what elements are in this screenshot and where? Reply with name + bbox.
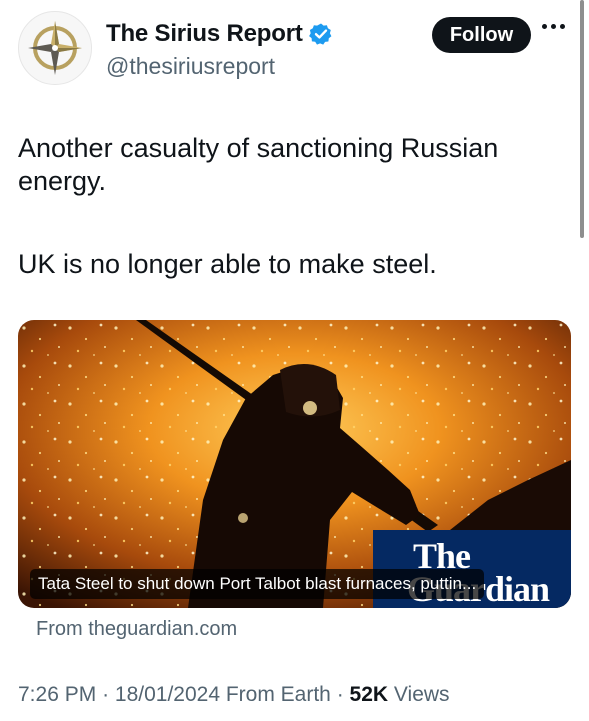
author-display-name[interactable]: The Sirius Report	[106, 20, 303, 48]
author-handle[interactable]: @thesiriusreport	[106, 53, 275, 80]
tweet-text-paragraph-1: Another casualty of sanctioning Russian …	[18, 133, 499, 196]
views-count: 52K	[349, 683, 389, 706]
verified-badge-icon	[308, 22, 333, 46]
more-dot	[560, 24, 565, 29]
compass-star-logo-icon	[28, 21, 82, 75]
tweet-meta: 7:26 PM · 18/01/2024 From Earth · 52K Vi…	[18, 683, 450, 707]
avatar[interactable]	[18, 11, 92, 85]
more-options-icon[interactable]	[542, 24, 565, 29]
more-dot	[542, 24, 547, 29]
tweet-location: From Earth	[225, 683, 331, 706]
tweet-time[interactable]: 7:26 PM	[18, 683, 96, 706]
tweet-text-paragraph-2: UK is no longer able to make steel.	[18, 249, 437, 279]
tweet-date[interactable]: 18/01/2024	[115, 683, 220, 706]
link-card[interactable]: The Guardian Tata Steel to shut down Por…	[18, 320, 571, 608]
separator-dot: ·	[102, 683, 115, 706]
link-card-title[interactable]: Tata Steel to shut down Port Talbot blas…	[30, 569, 485, 599]
link-source[interactable]: From theguardian.com	[36, 618, 237, 641]
scrollbar[interactable]	[580, 0, 584, 238]
follow-button[interactable]: Follow	[432, 17, 531, 53]
views-label: Views	[393, 683, 450, 706]
separator-dot: ·	[336, 683, 350, 706]
more-dot	[551, 24, 556, 29]
author-name-row: The Sirius Report	[106, 20, 333, 48]
